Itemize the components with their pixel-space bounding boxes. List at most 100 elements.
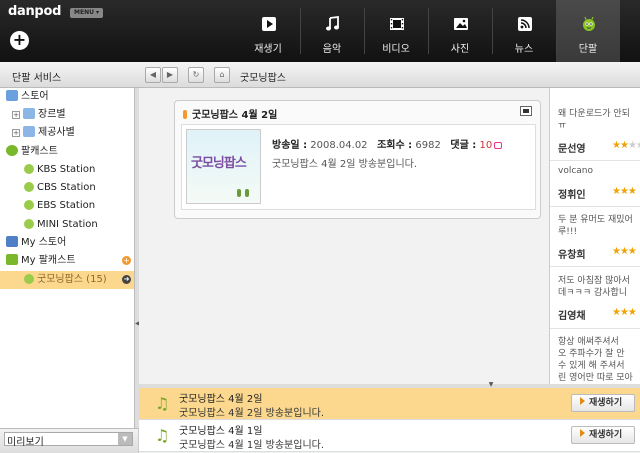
episode-description: 굿모닝팝스 4월 2일 방송분입니다. [272, 159, 418, 170]
nav-player[interactable]: 재생기 [236, 0, 300, 62]
danpal-mascot-icon [583, 16, 595, 31]
rss-icon [518, 17, 532, 31]
menu-label: MENU [74, 9, 94, 16]
expand-icon[interactable]: + [12, 111, 20, 119]
back-button[interactable]: ◀ [145, 67, 161, 83]
rating-stars: ★★★ [612, 186, 637, 197]
nav-news[interactable]: 뉴스 [492, 0, 556, 62]
divider [550, 328, 640, 329]
station-icon [24, 182, 34, 192]
nav-music[interactable]: 음악 [300, 0, 364, 62]
rating-stars: ★★★★★ [612, 140, 640, 151]
folder-icon [23, 126, 35, 137]
home-button[interactable]: ⌂ [214, 67, 230, 83]
sidebar-item-store[interactable]: 스토어 [6, 88, 49, 106]
main-nav: 재생기 음악 비디오 사진 뉴스 단팔 [236, 0, 620, 62]
card-title-text: 굿모닝팝스 4월 2일 [192, 110, 278, 121]
sidebar: 스토어 + 장르별 + 제공사별 팔캐스트 KBS Station CBS Stat… [0, 88, 139, 428]
nav-video[interactable]: 비디오 [364, 0, 428, 62]
divider [550, 266, 640, 267]
refresh-button[interactable]: ↻ [188, 67, 204, 83]
station-icon [24, 219, 34, 229]
play-triangle-icon [580, 397, 585, 405]
sidebar-item-goodmorning-pops[interactable]: 굿모닝팝스 (15) ➜ [24, 271, 134, 289]
breadcrumb: 굿모닝팝스 [240, 73, 286, 84]
nav-label: 단팔 [578, 44, 598, 55]
views-label: 조회수 : [377, 140, 413, 151]
preview-bar: 미리보기 ▼ [0, 428, 139, 453]
music-note-icon [326, 16, 339, 31]
nav-label: 뉴스 [514, 44, 534, 55]
play-button-label: 재생하기 [589, 398, 623, 408]
sidebar-item-label: 팔캐스트 [21, 146, 58, 157]
sidebar-item-palcast[interactable]: 팔캐스트 [6, 143, 58, 161]
episode-title: 굿모닝팝스 4월 1일 [179, 426, 263, 437]
add-subscription-icon[interactable]: + [122, 256, 131, 265]
list-item[interactable]: ♫ 굿모닝팝스 4월 2일 굿모닝팝스 4월 2일 방송분입니다. 재생하기 [139, 388, 640, 420]
play-button[interactable]: 재생하기 [571, 426, 635, 444]
go-arrow-icon[interactable]: ➜ [122, 275, 131, 284]
menu-button[interactable]: MENU ▾ [70, 8, 104, 18]
my-store-icon [6, 236, 18, 247]
comments-count[interactable]: 10 [479, 140, 492, 151]
window-toggle-icon[interactable] [520, 106, 532, 116]
comment-author: 정휘인 [558, 190, 586, 201]
top-bar: danpod MENU ▾ + 재생기 음악 비디오 사진 뉴스 단팔 [0, 0, 640, 62]
expand-icon[interactable]: + [12, 129, 20, 137]
play-button-label: 재생하기 [589, 430, 623, 440]
sidebar-item-label: CBS Station [37, 182, 96, 193]
sidebar-item-label: My 스토어 [21, 237, 67, 248]
back-arrow-icon: ◀ [149, 70, 157, 79]
preview-select[interactable]: 미리보기 ▼ [4, 432, 133, 448]
sidebar-item-mini-station[interactable]: MINI Station [24, 216, 98, 234]
nav-danpal[interactable]: 단팔 [556, 0, 620, 62]
station-icon [24, 164, 34, 174]
comments-panel: 왜 다운로드가 안되 ㅠ 문선영 ★★★★★ volcano 정휘인 ★★★ 두… [549, 88, 640, 384]
sidebar-item-label: MINI Station [37, 219, 98, 230]
episode-title: 굿모닝팝스 4월 2일 [179, 394, 263, 405]
thumbnail-title: 굿모닝팝스 [191, 156, 247, 171]
sidebar-item-label: KBS Station [37, 164, 96, 175]
sidebar-item-genre[interactable]: + 장르별 [12, 106, 66, 124]
preview-label: 미리보기 [7, 437, 44, 448]
play-button[interactable]: 재생하기 [571, 394, 635, 412]
sidebar-item-label: 스토어 [21, 91, 49, 102]
sidebar-item-my-palcast[interactable]: My 팔캐스트 + [6, 252, 134, 270]
station-icon [24, 274, 34, 284]
episode-desc: 굿모닝팝스 4월 2일 방송분입니다. [179, 408, 325, 419]
chevron-down-icon[interactable]: ▼ [485, 381, 497, 388]
sidebar-item-label: My 팔캐스트 [21, 255, 76, 266]
nav-photo[interactable]: 사진 [428, 0, 492, 62]
music-note-icon: ♫ [155, 394, 170, 413]
broadcast-date-label: 방송일 : [272, 140, 308, 151]
comment-text: 루!!! [558, 227, 578, 237]
divider [550, 160, 640, 161]
sidebar-item-cbs-station[interactable]: CBS Station [24, 179, 96, 197]
comment-icon[interactable] [494, 142, 503, 149]
rating-stars: ★★★ [612, 307, 637, 318]
sidebar-item-provider[interactable]: + 제공사별 [12, 124, 75, 142]
comment-text: volcano [558, 166, 594, 176]
sidebar-title: 단팔 서비스 [12, 73, 62, 84]
sidebar-item-ebs-station[interactable]: EBS Station [24, 197, 95, 215]
comment-author: 문선영 [558, 144, 586, 155]
comment-author: 김영채 [558, 311, 586, 322]
tree-icon [245, 189, 249, 197]
sidebar-item-kbs-station[interactable]: KBS Station [24, 161, 95, 179]
rating-stars: ★★★ [612, 246, 637, 257]
list-item[interactable]: ♫ 굿모닝팝스 4월 1일 굿모닝팝스 4월 1일 방송분입니다. 재생하기 [139, 420, 640, 452]
comment-text: ㅠ [558, 121, 567, 131]
refresh-icon: ↻ [192, 70, 200, 79]
chevron-down-icon: ▼ [118, 433, 132, 445]
sidebar-item-my-store[interactable]: My 스토어 [6, 234, 66, 252]
pin-icon [183, 110, 187, 119]
my-palcast-icon [6, 254, 18, 265]
detail-pane: 굿모닝팝스 4월 2일 굿모닝팝스 방송일 : 2008.04.02 조회수 :… [139, 88, 549, 384]
card-title: 굿모닝팝스 4월 2일 [183, 106, 277, 121]
home-icon: ⌂ [219, 70, 225, 79]
add-icon[interactable]: + [10, 31, 29, 50]
episode-thumbnail[interactable]: 굿모닝팝스 [186, 129, 261, 204]
forward-button[interactable]: ▶ [162, 67, 178, 83]
episode-desc: 굿모닝팝스 4월 1일 방송분입니다. [179, 440, 325, 451]
store-icon [6, 90, 18, 101]
